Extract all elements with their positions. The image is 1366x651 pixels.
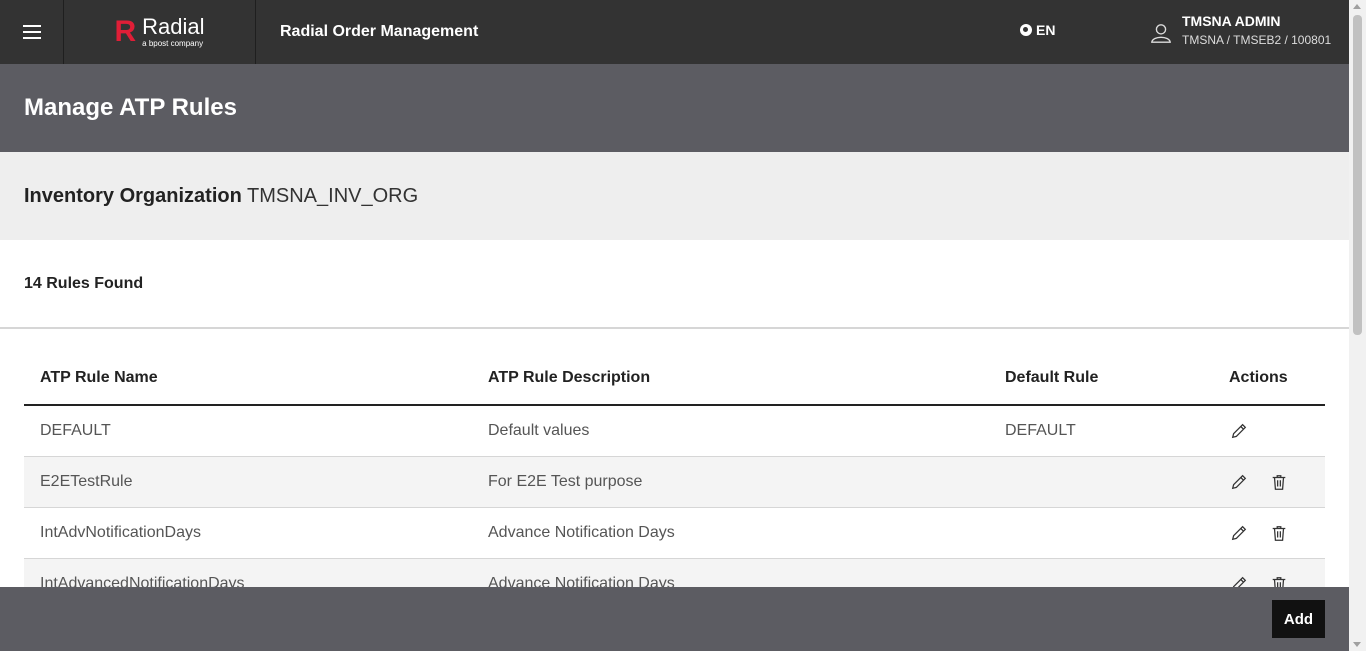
default-rule-cell [989,507,1213,559]
actions-cell [1213,456,1325,508]
atp-rules-table: ATP Rule Name ATP Rule Description Defau… [24,352,1325,610]
table-row: E2ETestRule For E2E Test purpose [24,456,1325,508]
rule-description-cell: For E2E Test purpose [472,456,989,508]
section-divider [0,327,1349,329]
scroll-up-arrow-icon[interactable] [1353,4,1361,9]
table-row: DEFAULT Default values DEFAULT [24,405,1325,457]
app-title: Radial Order Management [280,23,479,40]
add-button[interactable]: Add [1272,600,1325,638]
scrollbar-thumb[interactable] [1353,15,1362,335]
organization-bar: Inventory Organization TMSNA_INV_ORG [0,152,1349,240]
edit-pencil-icon[interactable] [1229,472,1249,492]
vertical-scrollbar[interactable] [1349,0,1366,651]
hamburger-menu-button[interactable] [0,0,64,64]
rule-description-cell: Advance Notification Days [472,507,989,559]
column-header-name[interactable]: ATP Rule Name [24,352,472,406]
page-title: Manage ATP Rules [24,94,237,121]
delete-trash-icon[interactable] [1269,472,1289,492]
hamburger-icon [22,21,41,43]
rule-description-cell: Default values [472,405,989,457]
column-header-actions: Actions [1213,352,1325,406]
brand-name: Radial [142,14,205,39]
user-name: TMSNA ADMIN [1182,13,1281,29]
actions-cell [1213,507,1325,559]
language-selector[interactable]: EN [1020,22,1055,38]
edit-pencil-icon[interactable] [1229,523,1249,543]
radial-logo-icon: R [114,15,137,48]
rule-name-cell: E2ETestRule [24,456,472,508]
table-header-row: ATP Rule Name ATP Rule Description Defau… [24,352,1325,406]
delete-trash-icon[interactable] [1269,523,1289,543]
column-header-description[interactable]: ATP Rule Description [472,352,989,406]
column-header-default-rule[interactable]: Default Rule [989,352,1213,406]
globe-icon [1020,24,1032,36]
brand-logo[interactable]: R Radial a bpost company [64,0,256,64]
rule-name-cell: IntAdvNotificationDays [24,507,472,559]
brand-tagline: a bpost company [142,39,204,48]
footer-action-bar: Add [0,587,1349,651]
scroll-down-arrow-icon[interactable] [1353,642,1361,647]
user-context: TMSNA / TMSEB2 / 100801 [1182,33,1332,47]
org-value: TMSNA_INV_ORG [247,185,419,207]
user-menu[interactable]: TMSNA ADMIN TMSNA / TMSEB2 / 100801 [1150,13,1331,47]
default-rule-cell: DEFAULT [989,405,1213,457]
actions-cell [1213,405,1325,457]
user-icon [1151,24,1171,43]
default-rule-cell [989,456,1213,508]
top-navigation-bar: R Radial a bpost company Radial Order Ma… [0,0,1349,64]
language-label: EN [1036,22,1056,38]
edit-pencil-icon[interactable] [1229,421,1249,441]
page-header: Manage ATP Rules [0,64,1349,152]
results-count: 14 Rules Found [24,275,144,292]
table-row: IntAdvNotificationDays Advance Notificat… [24,507,1325,559]
org-label: Inventory Organization [24,185,242,207]
rule-name-cell: DEFAULT [24,405,472,457]
